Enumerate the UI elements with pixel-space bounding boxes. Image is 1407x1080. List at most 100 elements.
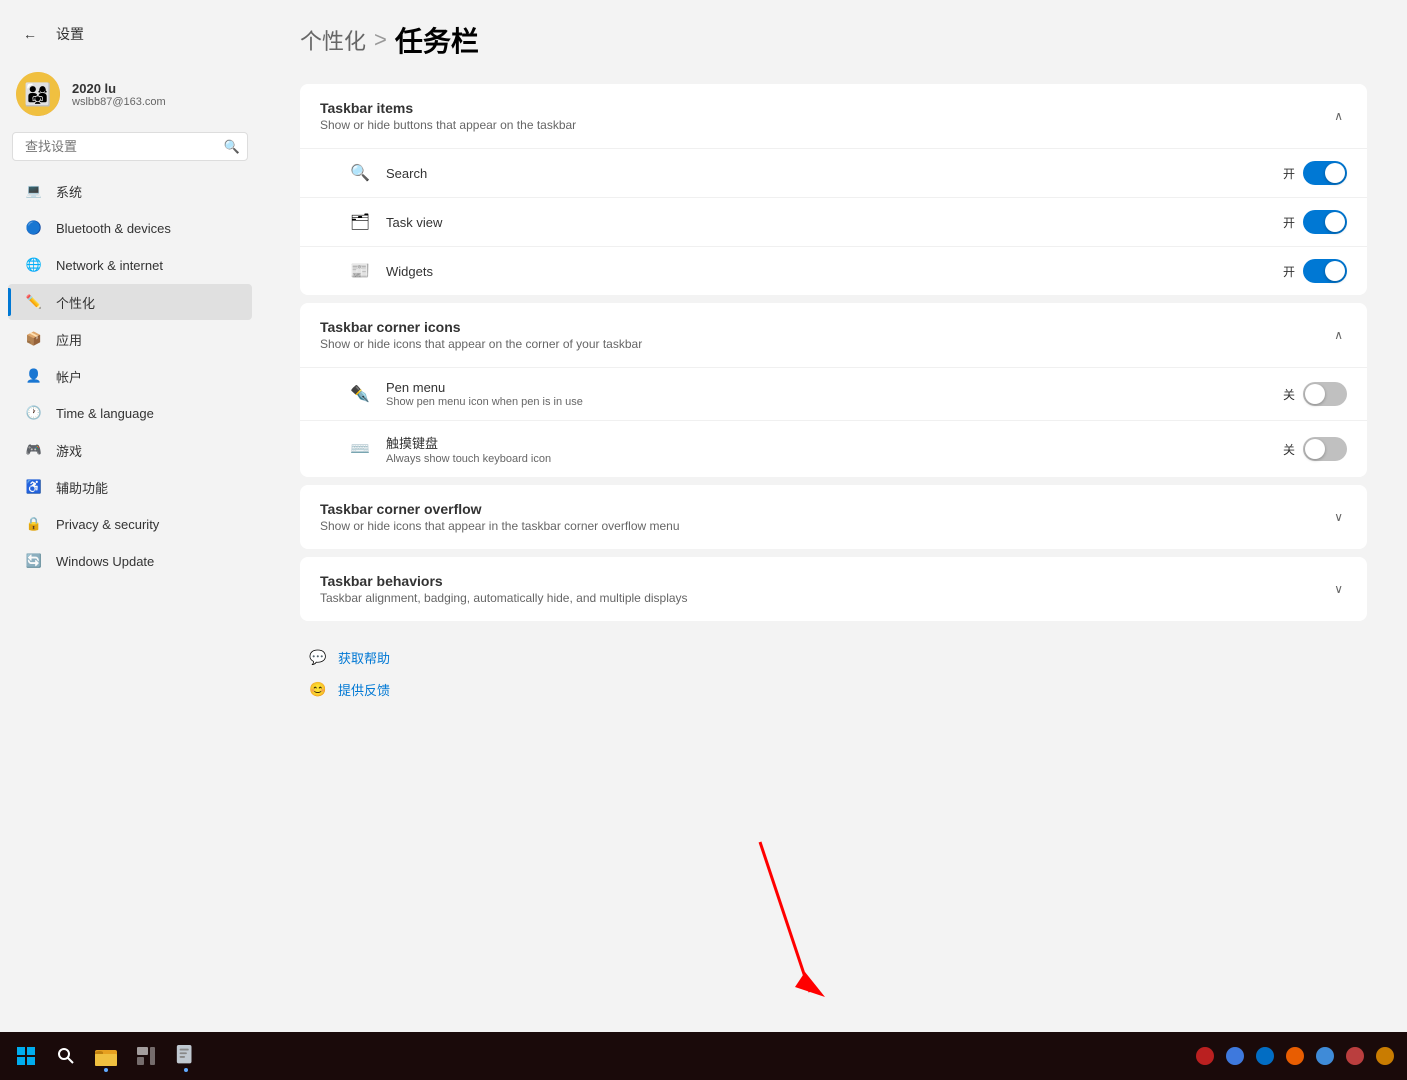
chevron-taskbar-items[interactable]: ∧ [1330,105,1347,127]
setting-row-pen-menu: ✒️ Pen menu Show pen menu icon when pen … [300,367,1367,420]
setting-row-search: 🔍 Search 开 [300,148,1367,197]
tray-icon-svg-1 [1225,1046,1245,1066]
task-view-icon [137,1047,155,1065]
sidebar-item-privacy[interactable]: 🔒 Privacy & security [8,506,252,542]
setting-icon-touch-keyboard: ⌨️ [348,437,372,461]
setting-info-touch-keyboard: 触摸键盘 Always show touch keyboard icon [386,433,1283,465]
toggle-thumb-taskview [1325,212,1345,232]
taskbar-settings-pinned-button[interactable] [168,1038,204,1074]
card-header-text-behaviors: Taskbar behaviors Taskbar alignment, bad… [320,573,688,605]
sidebar-item-apps[interactable]: 📦 应用 [8,321,252,357]
toggle-touch-keyboard[interactable] [1303,437,1347,461]
avatar-image: 👨‍👩‍👧 [16,72,60,116]
back-button[interactable]: ← [16,20,44,48]
toggle-pen-menu[interactable] [1303,382,1347,406]
feedback-text[interactable]: 提供反馈 [338,680,390,699]
get-help-link[interactable]: 💬 获取帮助 [304,641,1363,673]
settings-file-icon [175,1045,197,1067]
setting-control-touch-keyboard: 关 [1283,437,1347,461]
nav-list: 💻 系统 🔵 Bluetooth & devices 🌐 Network & i… [0,173,260,579]
toggle-label-widgets: 开 [1283,263,1295,280]
card-header-behaviors[interactable]: Taskbar behaviors Taskbar alignment, bad… [300,557,1367,621]
user-section: 👨‍👩‍👧 2020 lu wslbb87@163.com [0,64,260,132]
sidebar-item-accounts[interactable]: 👤 帐户 [8,358,252,394]
taskbar-task-view-button[interactable] [128,1038,164,1074]
settings-title: 设置 [56,24,84,44]
tray-icon-3[interactable] [1281,1042,1309,1070]
tray-icon-svg-3 [1285,1046,1305,1066]
user-info: 2020 lu wslbb87@163.com [72,81,166,108]
nav-label-privacy: Privacy & security [56,517,159,532]
avatar: 👨‍👩‍👧 [16,72,60,116]
sidebar-item-gaming[interactable]: 🎮 游戏 [8,432,252,468]
card-header-corner-icons[interactable]: Taskbar corner icons Show or hide icons … [300,303,1367,367]
setting-name-pen-menu: Pen menu [386,380,1283,395]
taskbar-search-button[interactable] [48,1038,84,1074]
sidebar-item-network[interactable]: 🌐 Network & internet [8,247,252,283]
tray-icon-5[interactable] [1341,1042,1369,1070]
taskbar-start-button[interactable] [8,1038,44,1074]
sidebar-item-personalization[interactable]: ✏️ 个性化 [8,284,252,320]
tray-icon-2[interactable] [1251,1042,1279,1070]
toggle-label-pen-menu: 关 [1283,386,1295,403]
search-input[interactable] [12,132,248,161]
nav-icon-privacy: 🔒 [24,514,44,534]
user-name: 2020 lu [72,81,166,96]
breadcrumb-separator: > [374,27,387,53]
tray-icon-svg-2 [1255,1046,1275,1066]
card-title-behaviors: Taskbar behaviors [320,573,688,589]
main-content: 个性化 > 任务栏 Taskbar items Show or hide but… [260,0,1407,1032]
setting-name-widgets: Widgets [386,264,1283,279]
feedback-link[interactable]: 😊 提供反馈 [304,673,1363,705]
tray-icon-0[interactable] [1191,1042,1219,1070]
taskbar-file-explorer-button[interactable] [88,1038,124,1074]
card-desc-corner-icons: Show or hide icons that appear on the co… [320,337,642,351]
card-header-taskbar-items[interactable]: Taskbar items Show or hide buttons that … [300,84,1367,148]
sidebar-item-system[interactable]: 💻 系统 [8,173,252,209]
setting-name-taskview: Task view [386,215,1283,230]
tray-icon-4[interactable] [1311,1042,1339,1070]
setting-desc-pen-menu: Show pen menu icon when pen is in use [386,396,1283,408]
setting-icon-taskview: 🗂 [348,210,372,234]
sidebar-item-update[interactable]: 🔄 Windows Update [8,543,252,579]
toggle-thumb-touch-keyboard [1305,439,1325,459]
chevron-behaviors[interactable]: ∨ [1330,578,1347,600]
toggle-widgets[interactable] [1303,259,1347,283]
svg-text:👨‍👩‍👧: 👨‍👩‍👧 [24,82,51,107]
nav-label-time: Time & language [56,406,154,421]
tray-icon-1[interactable] [1221,1042,1249,1070]
setting-row-touch-keyboard: ⌨️ 触摸键盘 Always show touch keyboard icon … [300,420,1367,477]
card-title-taskbar-items: Taskbar items [320,100,576,116]
toggle-label-search: 开 [1283,165,1295,182]
breadcrumb: 个性化 > 任务栏 [300,20,1367,60]
settings-sections: Taskbar items Show or hide buttons that … [300,84,1367,621]
get-help-text[interactable]: 获取帮助 [338,648,390,667]
search-icon: 🔍 [224,139,240,155]
card-header-text-corner-icons: Taskbar corner icons Show or hide icons … [320,319,642,351]
card-desc-taskbar-items: Show or hide buttons that appear on the … [320,118,576,132]
toggle-thumb-search [1325,163,1345,183]
chevron-corner-overflow[interactable]: ∨ [1330,506,1347,528]
windows-logo-icon [17,1047,35,1065]
taskbar [0,1032,1407,1080]
toggle-thumb-widgets [1325,261,1345,281]
sidebar-item-accessibility[interactable]: ♿ 辅助功能 [8,469,252,505]
tray-icon-6[interactable] [1371,1042,1399,1070]
tray-icon-svg-6 [1375,1046,1395,1066]
chevron-corner-icons[interactable]: ∧ [1330,324,1347,346]
card-header-corner-overflow[interactable]: Taskbar corner overflow Show or hide ico… [300,485,1367,549]
card-corner-icons: Taskbar corner icons Show or hide icons … [300,303,1367,477]
card-title-corner-icons: Taskbar corner icons [320,319,642,335]
nav-label-apps: 应用 [56,330,82,349]
setting-row-taskview: 🗂 Task view 开 [300,197,1367,246]
toggle-search[interactable] [1303,161,1347,185]
toggle-label-touch-keyboard: 关 [1283,441,1295,458]
nav-label-bluetooth: Bluetooth & devices [56,221,171,236]
sidebar-item-time[interactable]: 🕐 Time & language [8,395,252,431]
sidebar-item-bluetooth[interactable]: 🔵 Bluetooth & devices [8,210,252,246]
nav-icon-accessibility: ♿ [24,477,44,497]
nav-icon-system: 💻 [24,181,44,201]
toggle-taskview[interactable] [1303,210,1347,234]
setting-info-widgets: Widgets [386,264,1283,279]
nav-icon-update: 🔄 [24,551,44,571]
